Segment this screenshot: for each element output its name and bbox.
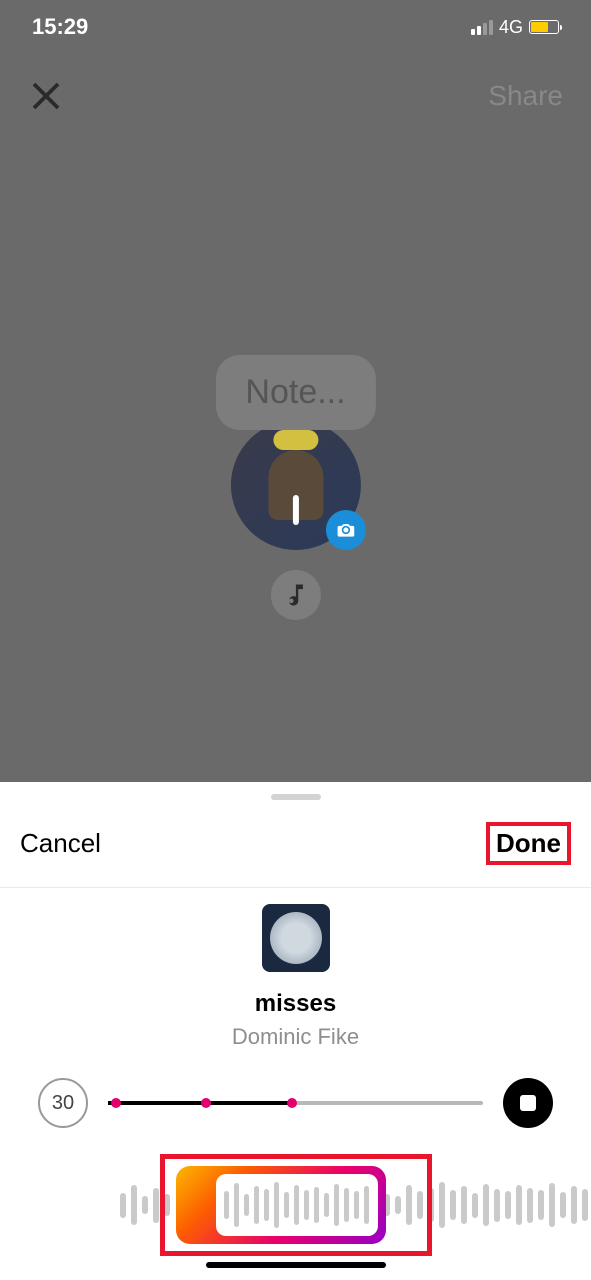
music-picker-sheet: Cancel Done misses Dominic Fike 30 — [0, 782, 591, 1280]
pause-icon — [292, 495, 298, 525]
selection-inner — [216, 1174, 378, 1236]
camera-button[interactable] — [325, 510, 365, 550]
share-button[interactable]: Share — [488, 80, 563, 112]
status-time: 15:29 — [32, 14, 88, 40]
battery-icon — [529, 20, 559, 34]
song-title: misses — [255, 990, 336, 1018]
status-bar: 15:29 4G — [0, 0, 591, 54]
dimmed-background: 15:29 4G Share Note... — [0, 0, 591, 782]
done-button[interactable]: Done — [486, 822, 571, 865]
note-input[interactable]: Note... — [215, 355, 375, 430]
sheet-header: Cancel Done — [0, 812, 591, 888]
progress-track[interactable] — [108, 1101, 483, 1105]
album-art[interactable] — [262, 904, 330, 972]
network-label: 4G — [499, 17, 523, 38]
stop-button[interactable] — [503, 1078, 553, 1128]
waveform-scrubber[interactable] — [0, 1160, 591, 1250]
note-composer: Note... — [215, 355, 375, 620]
sheet-handle[interactable] — [271, 794, 321, 800]
song-artist: Dominic Fike — [232, 1024, 359, 1050]
duration-selector[interactable]: 30 — [38, 1078, 88, 1128]
home-indicator[interactable] — [206, 1262, 386, 1268]
song-info: misses Dominic Fike — [0, 888, 591, 1050]
playback-controls: 30 — [0, 1050, 591, 1128]
music-button[interactable] — [270, 570, 320, 620]
signal-icon — [471, 20, 493, 35]
status-right: 4G — [471, 17, 559, 38]
cancel-button[interactable]: Cancel — [20, 828, 101, 859]
close-icon[interactable] — [28, 78, 64, 114]
avatar-container — [230, 420, 360, 550]
